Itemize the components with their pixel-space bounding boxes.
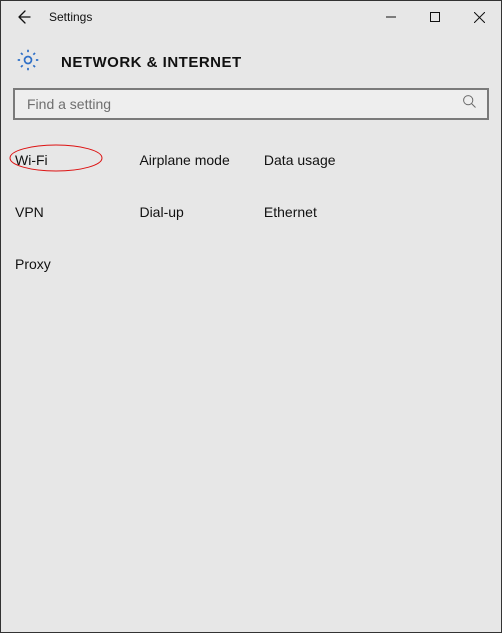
nav-item-label: Wi-Fi [15, 152, 48, 168]
search-input[interactable] [25, 95, 462, 113]
window-controls [369, 1, 501, 33]
nav-item-ethernet[interactable]: Ethernet [264, 198, 384, 226]
nav-item-vpn[interactable]: VPN [15, 198, 135, 226]
minimize-icon [386, 12, 396, 22]
back-button[interactable] [7, 3, 39, 31]
nav-item-label: Proxy [15, 256, 51, 272]
nav-item-proxy[interactable]: Proxy [15, 250, 135, 278]
close-button[interactable] [457, 1, 501, 33]
back-arrow-icon [14, 8, 32, 26]
nav-item-label: Airplane mode [139, 152, 229, 168]
nav-item-data-usage[interactable]: Data usage [264, 146, 384, 174]
gear-icon [15, 47, 41, 78]
search-container [1, 88, 501, 120]
settings-window: Settings [0, 0, 502, 633]
nav-item-label: Dial-up [139, 204, 183, 220]
nav-item-label: Data usage [264, 152, 336, 168]
nav-item-dialup[interactable]: Dial-up [139, 198, 259, 226]
settings-nav-list: Wi-Fi Airplane mode Data usage VPN Dial-… [1, 120, 501, 302]
nav-item-label: VPN [15, 204, 44, 220]
titlebar: Settings [1, 1, 501, 33]
nav-item-wifi[interactable]: Wi-Fi [15, 146, 135, 174]
nav-item-label: Ethernet [264, 204, 317, 220]
page-header: NETWORK & INTERNET [1, 33, 501, 88]
search-icon [462, 94, 477, 114]
maximize-icon [430, 12, 440, 22]
close-icon [474, 12, 485, 23]
minimize-button[interactable] [369, 1, 413, 33]
search-box[interactable] [13, 88, 489, 120]
maximize-button[interactable] [413, 1, 457, 33]
page-title: NETWORK & INTERNET [61, 54, 242, 71]
nav-item-airplane-mode[interactable]: Airplane mode [139, 146, 259, 174]
window-title: Settings [49, 10, 92, 24]
